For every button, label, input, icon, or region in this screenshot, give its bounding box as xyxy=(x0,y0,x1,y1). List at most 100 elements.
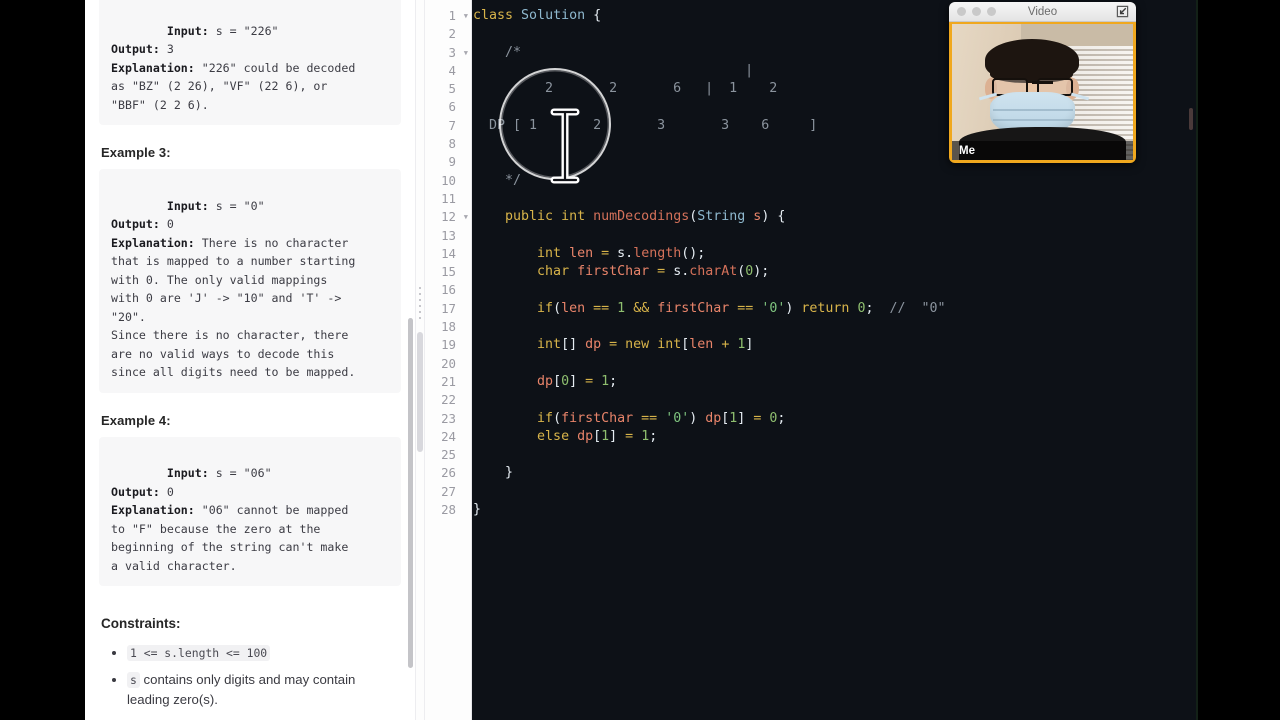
screen: Input: s = "226" Output: 3 Explanation: … xyxy=(0,0,1280,720)
problem-panel-scrollbar[interactable] xyxy=(408,318,413,668)
line-number-text: 25 xyxy=(441,447,456,463)
line-number-text: 9 xyxy=(448,154,456,170)
line-number-text: 12 xyxy=(441,209,456,225)
line-number[interactable]: 10 xyxy=(425,172,471,190)
line-number-text: 21 xyxy=(441,373,456,389)
line-number[interactable]: 24 xyxy=(425,428,471,446)
line-number-text: 7 xyxy=(448,117,456,133)
constraints-list: 1 <= s.length <= 100 s contains only dig… xyxy=(105,643,401,709)
example-3-explanation-value: There is no character that is mapped to … xyxy=(111,235,356,380)
fold-arrow-icon[interactable]: ▼ xyxy=(464,208,468,226)
line-number-text: 5 xyxy=(448,81,456,97)
example-2-explanation-label: Explanation: xyxy=(111,60,195,75)
line-number[interactable]: 14 xyxy=(425,245,471,263)
line-number[interactable]: 8 xyxy=(425,135,471,153)
line-number-text: 22 xyxy=(441,392,456,408)
video-window-titlebar[interactable]: Video xyxy=(949,2,1136,22)
line-number[interactable]: 16 xyxy=(425,281,471,299)
example-3-heading: Example 3: xyxy=(101,145,171,160)
line-number-text: 17 xyxy=(441,300,456,316)
line-number[interactable]: 28 xyxy=(425,501,471,519)
example-4-heading: Example 4: xyxy=(101,412,171,428)
editor-scrollbar-thumb[interactable] xyxy=(1189,108,1193,130)
line-number[interactable]: 27 xyxy=(425,483,471,501)
line-number[interactable]: 22 xyxy=(425,391,471,409)
example-2-block: Input: s = "226" Output: 3 Explanation: … xyxy=(99,0,401,125)
line-number-text: 3 xyxy=(448,44,456,60)
line-number[interactable]: 18 xyxy=(425,318,471,336)
constraint-code: 1 <= s.length <= 100 xyxy=(127,645,271,661)
line-number-text: 19 xyxy=(441,337,456,353)
example-4-input-label: Input: xyxy=(166,466,209,480)
example-4-input-value: s = "06" xyxy=(208,466,272,480)
line-number-text: 16 xyxy=(441,282,456,298)
line-number[interactable]: 3 ▼ xyxy=(425,44,471,62)
example-4-output-value: 0 xyxy=(159,484,174,499)
example-2-input-label: Input: xyxy=(166,23,209,38)
line-number[interactable]: 26 xyxy=(425,464,471,482)
constraints-heading: Constraints: xyxy=(101,616,181,631)
line-number[interactable]: 17 xyxy=(425,300,471,318)
line-number[interactable]: 7 xyxy=(425,117,471,135)
line-number[interactable]: 6 xyxy=(425,98,471,116)
line-number[interactable]: 5 xyxy=(425,80,471,98)
example-3-explanation-label: Explanation: xyxy=(111,235,195,250)
video-window-title: Video xyxy=(1027,5,1058,18)
example-4-block: Input: s = "06" Output: 0 Explanation: "… xyxy=(99,436,401,586)
person-hair xyxy=(984,38,1079,83)
line-number-text: 6 xyxy=(448,99,456,115)
line-number[interactable]: 21 xyxy=(425,373,471,391)
video-window[interactable]: Video Me xyxy=(949,2,1136,163)
problem-description-panel[interactable]: Input: s = "226" Output: 3 Explanation: … xyxy=(85,0,415,720)
panel-splitter[interactable] xyxy=(415,0,425,720)
expand-icon[interactable] xyxy=(1116,5,1129,18)
line-number[interactable]: 13 xyxy=(425,227,471,245)
line-number[interactable]: 1 ▼ xyxy=(425,7,471,25)
example-4-output-label: Output: xyxy=(111,484,160,499)
line-number[interactable]: 19 xyxy=(425,336,471,354)
editor-scrollbar[interactable] xyxy=(1186,0,1196,720)
video-feed[interactable]: Me xyxy=(949,22,1136,163)
constraint-text: contains only digits and may contain lea… xyxy=(127,672,356,707)
line-number[interactable]: 11 xyxy=(425,190,471,208)
example-4-explanation-label: Explanation: xyxy=(111,503,195,517)
line-number[interactable]: 23 xyxy=(425,410,471,428)
webcam-image xyxy=(952,24,1133,160)
line-number[interactable]: 25 xyxy=(425,446,471,464)
line-number[interactable]: 20 xyxy=(425,355,471,373)
line-number[interactable]: 4 xyxy=(425,62,471,80)
example-3-block: Input: s = "0" Output: 0 Explanation: Th… xyxy=(99,169,401,393)
line-number-text: 11 xyxy=(441,190,456,206)
example-2-input-value: s = "226" xyxy=(208,23,279,38)
line-number-text: 26 xyxy=(441,465,456,481)
fold-arrow-icon[interactable]: ▼ xyxy=(464,7,468,25)
splitter-scroll-thumb[interactable] xyxy=(417,332,423,452)
line-number[interactable]: 15 xyxy=(425,263,471,281)
line-number-gutter: 1 ▼ 2 3 ▼ 4 5 6 7 8 9 10 11 12 ▼ 13 14 15 1… xyxy=(425,0,472,720)
line-number[interactable]: 9 xyxy=(425,153,471,171)
line-number[interactable]: 12 ▼ xyxy=(425,208,471,226)
line-number-text: 13 xyxy=(441,227,456,243)
fold-arrow-icon[interactable]: ▼ xyxy=(464,44,468,62)
line-number-text: 20 xyxy=(441,355,456,371)
participant-name-label: Me xyxy=(952,141,1133,160)
line-number-text: 8 xyxy=(448,136,456,152)
line-number-text: 4 xyxy=(448,62,456,78)
line-number-text: 24 xyxy=(441,428,456,444)
line-number-text: 1 xyxy=(448,8,456,23)
glasses-bridge xyxy=(1031,81,1054,84)
constraint-item: s contains only digits and may contain l… xyxy=(105,670,401,709)
editor-right-edge xyxy=(1196,0,1198,720)
constraint-item: 1 <= s.length <= 100 xyxy=(105,643,401,663)
example-3-output-value: 0 xyxy=(159,217,174,231)
line-number-text: 18 xyxy=(441,319,456,335)
example-3-input-value: s = "0" xyxy=(208,198,265,213)
constraint-code: s xyxy=(127,672,140,688)
line-number-text: 10 xyxy=(441,172,456,188)
line-number[interactable]: 2 xyxy=(425,25,471,43)
example-2-output-value: 3 xyxy=(159,42,174,56)
line-number-text: 27 xyxy=(441,483,456,499)
line-number-text: 23 xyxy=(441,410,456,426)
line-number-text: 28 xyxy=(441,502,456,518)
line-number-text: 15 xyxy=(441,264,456,280)
